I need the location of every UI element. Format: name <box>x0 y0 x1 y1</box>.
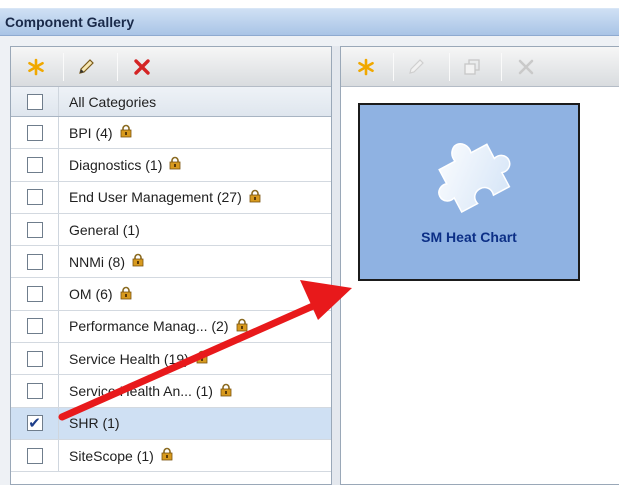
category-row[interactable]: General (1) <box>11 213 331 247</box>
category-row[interactable]: SiteScope (1) <box>11 439 331 473</box>
toolbar-separator <box>449 53 450 81</box>
new-icon <box>28 58 44 76</box>
category-label: Service Health An... (1) <box>69 383 213 400</box>
component-tile[interactable]: SM Heat Chart <box>358 103 580 281</box>
puzzle-piece-icon <box>438 143 511 214</box>
category-label: Performance Manag... (2) <box>69 318 229 335</box>
components-toolbar <box>341 47 619 87</box>
category-row[interactable]: Service Health An... (1) <box>11 375 331 408</box>
category-row[interactable]: Performance Manag... (2) <box>11 310 331 344</box>
components-panel: SM Heat Chart <box>340 46 619 485</box>
lock-icon <box>131 253 145 270</box>
panel-divider[interactable] <box>332 46 340 485</box>
category-checkbox[interactable] <box>26 253 43 270</box>
edit-icon <box>409 59 424 74</box>
window-title: Component Gallery <box>0 8 619 36</box>
category-header-row: All Categories <box>11 87 331 117</box>
category-label: OM (6) <box>69 286 113 303</box>
categories-toolbar <box>11 47 331 87</box>
category-label: Service Health (19) <box>69 350 189 367</box>
lock-icon <box>195 350 209 367</box>
category-checkbox[interactable] <box>26 350 43 367</box>
lock-icon <box>160 447 174 464</box>
category-row[interactable]: Diagnostics (1) <box>11 149 331 182</box>
edit-icon <box>79 59 94 74</box>
new-component-button[interactable] <box>355 56 377 78</box>
category-checkbox[interactable]: ✔ <box>26 415 43 432</box>
delete-icon <box>134 59 150 75</box>
category-checkbox[interactable] <box>26 383 43 400</box>
category-label: SHR (1) <box>69 415 120 432</box>
category-row[interactable]: End User Management (27) <box>11 181 331 214</box>
new-icon <box>358 58 374 76</box>
category-checkbox[interactable] <box>26 221 43 238</box>
lock-icon <box>119 124 133 141</box>
category-checkbox[interactable] <box>26 447 43 464</box>
category-row[interactable]: NNMi (8) <box>11 246 331 279</box>
toolbar-separator <box>501 53 502 81</box>
category-label: SiteScope (1) <box>69 447 154 464</box>
category-checkbox[interactable] <box>26 124 43 141</box>
category-label: General (1) <box>69 221 140 238</box>
lock-icon <box>248 189 262 206</box>
edit-component-button[interactable] <box>405 56 427 78</box>
delete-icon <box>518 59 534 75</box>
toolbar-separator <box>393 53 394 81</box>
duplicate-component-button[interactable] <box>461 56 483 78</box>
category-checkbox[interactable] <box>26 189 43 206</box>
select-all-checkbox[interactable] <box>26 93 43 110</box>
lock-icon <box>168 156 182 173</box>
category-row[interactable]: BPI (4) <box>11 117 331 150</box>
category-label: Diagnostics (1) <box>69 156 163 173</box>
toolbar-separator <box>63 53 64 81</box>
category-checkbox[interactable] <box>26 286 43 303</box>
category-row[interactable]: ✔ SHR (1) <box>11 407 331 440</box>
new-category-button[interactable] <box>25 56 47 78</box>
edit-category-button[interactable] <box>75 56 97 78</box>
category-checkbox[interactable] <box>26 318 43 335</box>
delete-component-button[interactable] <box>515 56 537 78</box>
component-title: SM Heat Chart <box>421 229 517 245</box>
categories-panel: All Categories BPI (4) Diagnostics (1) End… <box>10 46 332 485</box>
category-label: NNMi (8) <box>69 253 125 270</box>
lock-icon <box>235 318 249 335</box>
delete-category-button[interactable] <box>131 56 153 78</box>
toolbar-separator <box>117 53 118 81</box>
category-row[interactable]: Service Health (19) <box>11 343 331 376</box>
category-checkbox[interactable] <box>26 156 43 173</box>
lock-icon <box>219 383 233 400</box>
duplicate-icon <box>464 59 480 75</box>
category-list: All Categories BPI (4) Diagnostics (1) End… <box>11 87 331 473</box>
lock-icon <box>119 286 133 303</box>
category-header-label: All Categories <box>69 93 157 110</box>
category-row[interactable]: OM (6) <box>11 278 331 311</box>
category-label: BPI (4) <box>69 124 113 141</box>
category-label: End User Management (27) <box>69 189 242 206</box>
